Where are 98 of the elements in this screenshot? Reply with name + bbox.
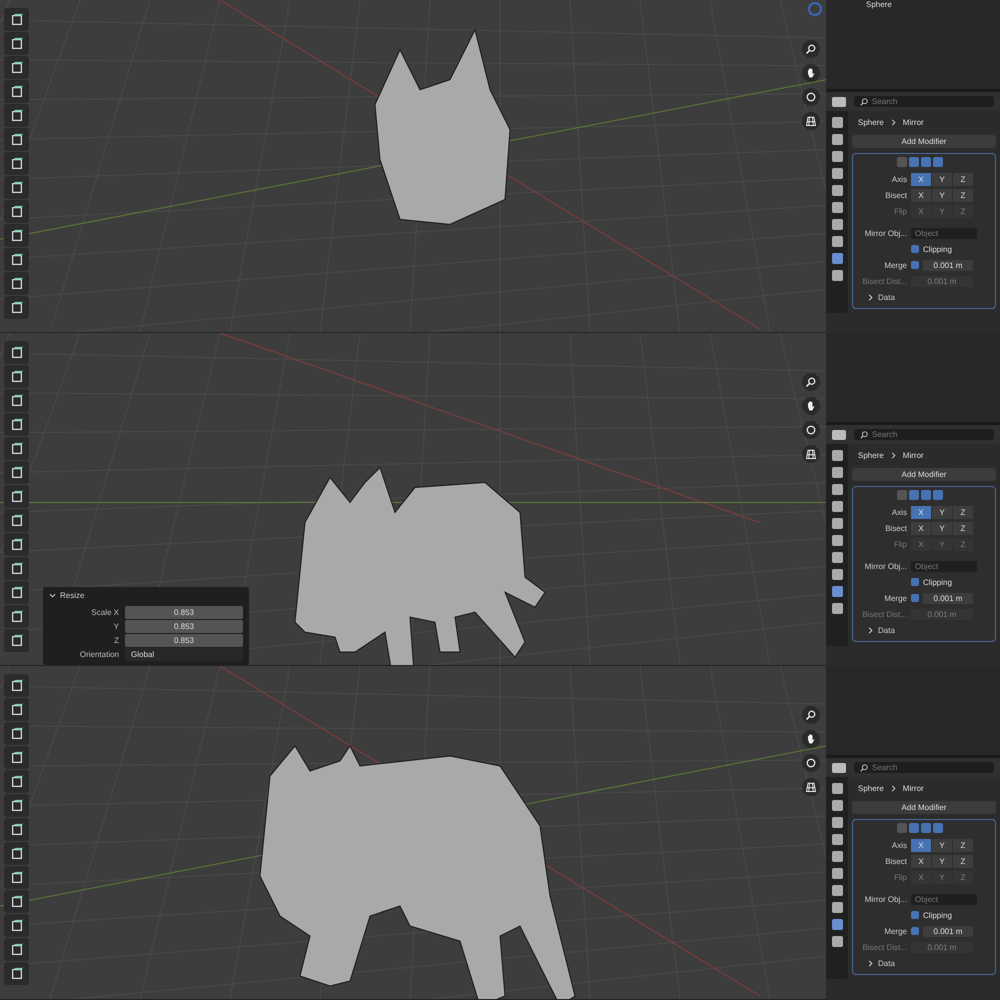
row-label: Merge bbox=[883, 260, 907, 270]
row-label: Mirror Obj... bbox=[864, 562, 907, 570]
axis-toggle[interactable]: Y bbox=[932, 854, 952, 868]
checkbox[interactable] bbox=[911, 578, 919, 586]
search-icon bbox=[860, 98, 868, 106]
add-modifier-button[interactable]: Add Modifier bbox=[852, 135, 996, 148]
object-field[interactable]: Object bbox=[911, 894, 977, 904]
axis-toggle[interactable]: Z bbox=[953, 854, 973, 868]
chevron-right-icon[interactable] bbox=[867, 960, 874, 967]
checkbox-label: Clipping bbox=[923, 578, 952, 586]
axis-toggle[interactable]: Y bbox=[932, 522, 952, 534]
checkbox[interactable] bbox=[911, 245, 919, 253]
search-field[interactable]: Search bbox=[854, 429, 994, 440]
checkbox[interactable] bbox=[911, 927, 919, 935]
axis-toggle[interactable]: Z bbox=[953, 838, 973, 852]
axis-toggle[interactable]: Y bbox=[932, 506, 952, 518]
subpanel-title[interactable]: Data bbox=[878, 626, 895, 635]
modifier-name: Mirror bbox=[902, 784, 924, 793]
object-field[interactable]: Object bbox=[911, 228, 977, 238]
editor-type-icon[interactable] bbox=[832, 762, 846, 772]
hand-icon[interactable] bbox=[802, 397, 820, 415]
checkbox-label: Clipping bbox=[923, 910, 952, 920]
number-field[interactable]: 0.853 bbox=[125, 634, 243, 647]
grid-icon[interactable] bbox=[802, 112, 820, 130]
row-label: Merge bbox=[883, 594, 907, 602]
number-field[interactable]: 0.853 bbox=[125, 606, 243, 619]
row-label: Bisect bbox=[884, 524, 907, 532]
axis-toggle[interactable]: Y bbox=[932, 188, 952, 202]
axis-toggle[interactable]: X bbox=[911, 172, 931, 186]
search-field[interactable]: Search bbox=[854, 762, 994, 773]
field-label: Y bbox=[112, 622, 119, 631]
zoom-icon[interactable] bbox=[802, 706, 820, 724]
checkbox-label: Clipping bbox=[923, 244, 952, 254]
orientation-dropdown[interactable]: Global bbox=[125, 648, 243, 661]
grid-icon[interactable] bbox=[802, 445, 820, 463]
row-label: Mirror Obj... bbox=[864, 894, 907, 904]
modifier-name: Mirror bbox=[902, 118, 924, 127]
axis-toggle[interactable]: Z bbox=[953, 522, 973, 534]
axis-toggle[interactable]: X bbox=[911, 854, 931, 868]
row-label: Bisect Dist... bbox=[862, 942, 907, 952]
row-label: Flip bbox=[893, 540, 907, 548]
field-label: Orientation bbox=[78, 650, 119, 659]
zoom-icon[interactable] bbox=[802, 373, 820, 391]
axis-toggle[interactable]: X bbox=[911, 838, 931, 852]
checkbox[interactable] bbox=[911, 261, 919, 269]
editor-type-icon[interactable] bbox=[832, 96, 846, 106]
axis-toggle[interactable]: Z bbox=[953, 188, 973, 202]
row-label: Axis bbox=[890, 174, 907, 184]
object-name: Sphere bbox=[858, 784, 884, 793]
chevron-right-icon[interactable] bbox=[867, 294, 874, 301]
chevron-down-icon[interactable] bbox=[49, 592, 56, 599]
row-label: Axis bbox=[890, 508, 907, 516]
axis-toggle[interactable]: X bbox=[911, 522, 931, 534]
row-label: Bisect bbox=[884, 856, 907, 866]
object-name: Sphere bbox=[858, 451, 884, 460]
panel-title[interactable]: Resize bbox=[60, 591, 84, 600]
checkbox[interactable] bbox=[911, 911, 919, 919]
chevron-right-icon[interactable] bbox=[867, 627, 874, 634]
outliner-item[interactable]: Sphere bbox=[866, 0, 892, 9]
number-field[interactable]: 0.001 m bbox=[923, 592, 973, 604]
zoom-icon[interactable] bbox=[802, 40, 820, 58]
search-icon bbox=[860, 764, 868, 772]
object-field[interactable]: Object bbox=[911, 560, 977, 572]
object-name: Sphere bbox=[858, 118, 884, 127]
row-label: Bisect bbox=[884, 190, 907, 200]
add-modifier-button[interactable]: Add Modifier bbox=[852, 801, 996, 814]
search-field[interactable]: Search bbox=[854, 96, 994, 107]
number-field[interactable]: 0.001 m bbox=[923, 260, 973, 270]
chevron-right-icon bbox=[890, 119, 897, 126]
field-label: Z bbox=[113, 636, 119, 645]
search-icon bbox=[860, 430, 868, 438]
hand-icon[interactable] bbox=[802, 730, 820, 748]
checkbox[interactable] bbox=[911, 594, 919, 602]
axis-toggle[interactable]: Z bbox=[953, 172, 973, 186]
axis-toggle[interactable]: Z bbox=[953, 506, 973, 518]
number-field[interactable]: 0.853 bbox=[125, 620, 243, 633]
field-label: Scale X bbox=[90, 608, 119, 617]
hand-icon[interactable] bbox=[802, 64, 820, 82]
row-label: Axis bbox=[890, 840, 907, 850]
row-label: Merge bbox=[883, 926, 907, 936]
row-label: Flip bbox=[893, 872, 907, 882]
row-label: Bisect Dist... bbox=[862, 276, 907, 286]
row-label: Flip bbox=[893, 206, 907, 216]
row-label: Mirror Obj... bbox=[864, 228, 907, 238]
number-field[interactable]: 0.001 m bbox=[923, 926, 973, 936]
modifier-name: Mirror bbox=[902, 451, 924, 460]
axis-toggle[interactable]: Y bbox=[932, 172, 952, 186]
subpanel-title[interactable]: Data bbox=[878, 293, 895, 302]
axis-toggle[interactable]: Y bbox=[932, 838, 952, 852]
chevron-right-icon bbox=[890, 785, 897, 792]
editor-type-icon[interactable] bbox=[832, 430, 846, 440]
grid-icon[interactable] bbox=[802, 778, 820, 796]
axis-toggle[interactable]: X bbox=[911, 188, 931, 202]
axis-toggle[interactable]: X bbox=[911, 506, 931, 518]
add-modifier-button[interactable]: Add Modifier bbox=[852, 468, 996, 481]
chevron-right-icon bbox=[890, 452, 897, 459]
subpanel-title[interactable]: Data bbox=[878, 959, 895, 968]
row-label: Bisect Dist... bbox=[862, 610, 907, 618]
